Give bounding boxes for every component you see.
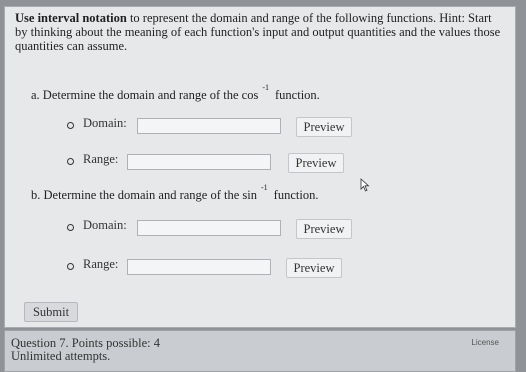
bullet-icon: [67, 122, 74, 129]
part-a-range-label: Range:: [83, 152, 119, 166]
part-b-range-input[interactable]: [127, 259, 271, 275]
bullet-icon: [67, 158, 74, 165]
part-b-tail: function.: [273, 188, 319, 203]
question-footer: Question 7. Points possible: 4 Unlimited…: [4, 330, 516, 372]
part-a-label: a. Determine the domain and range of the…: [31, 88, 259, 103]
question-instructions: Use interval notation to represent the d…: [15, 11, 507, 53]
part-a-exponent: -1: [262, 83, 270, 92]
part-a-title: a. Determine the domain and range of the…: [31, 83, 320, 103]
part-b-domain-preview-button[interactable]: Preview: [296, 219, 352, 239]
part-b-domain-label: Domain:: [83, 218, 127, 232]
submit-button[interactable]: Submit: [24, 302, 78, 322]
part-a-domain-preview-button[interactable]: Preview: [296, 117, 352, 137]
part-a-domain-label: Domain:: [83, 116, 127, 130]
part-b-domain-input[interactable]: [137, 220, 281, 236]
part-b-range-preview-button[interactable]: Preview: [286, 258, 342, 278]
question-info: Question 7. Points possible: 4 Unlimited…: [11, 337, 160, 363]
mouse-pointer-icon: [360, 178, 370, 192]
part-a-range-input[interactable]: [127, 154, 271, 170]
part-b-label: b. Determine the domain and range of the…: [31, 188, 257, 203]
intro-bold: Use interval notation: [15, 11, 127, 25]
part-b-title: b. Determine the domain and range of the…: [31, 183, 319, 203]
attempts-info: Unlimited attempts.: [11, 349, 111, 363]
part-a-range-preview-button[interactable]: Preview: [288, 153, 344, 173]
part-a-domain-input[interactable]: [137, 118, 281, 134]
license-link[interactable]: License: [471, 338, 499, 347]
bullet-icon: [67, 263, 74, 270]
part-b-range-label: Range:: [83, 257, 119, 271]
part-b-exponent: -1: [260, 183, 268, 192]
bullet-icon: [67, 224, 74, 231]
part-a-tail: function.: [275, 88, 320, 103]
question-panel: Use interval notation to represent the d…: [4, 6, 516, 328]
